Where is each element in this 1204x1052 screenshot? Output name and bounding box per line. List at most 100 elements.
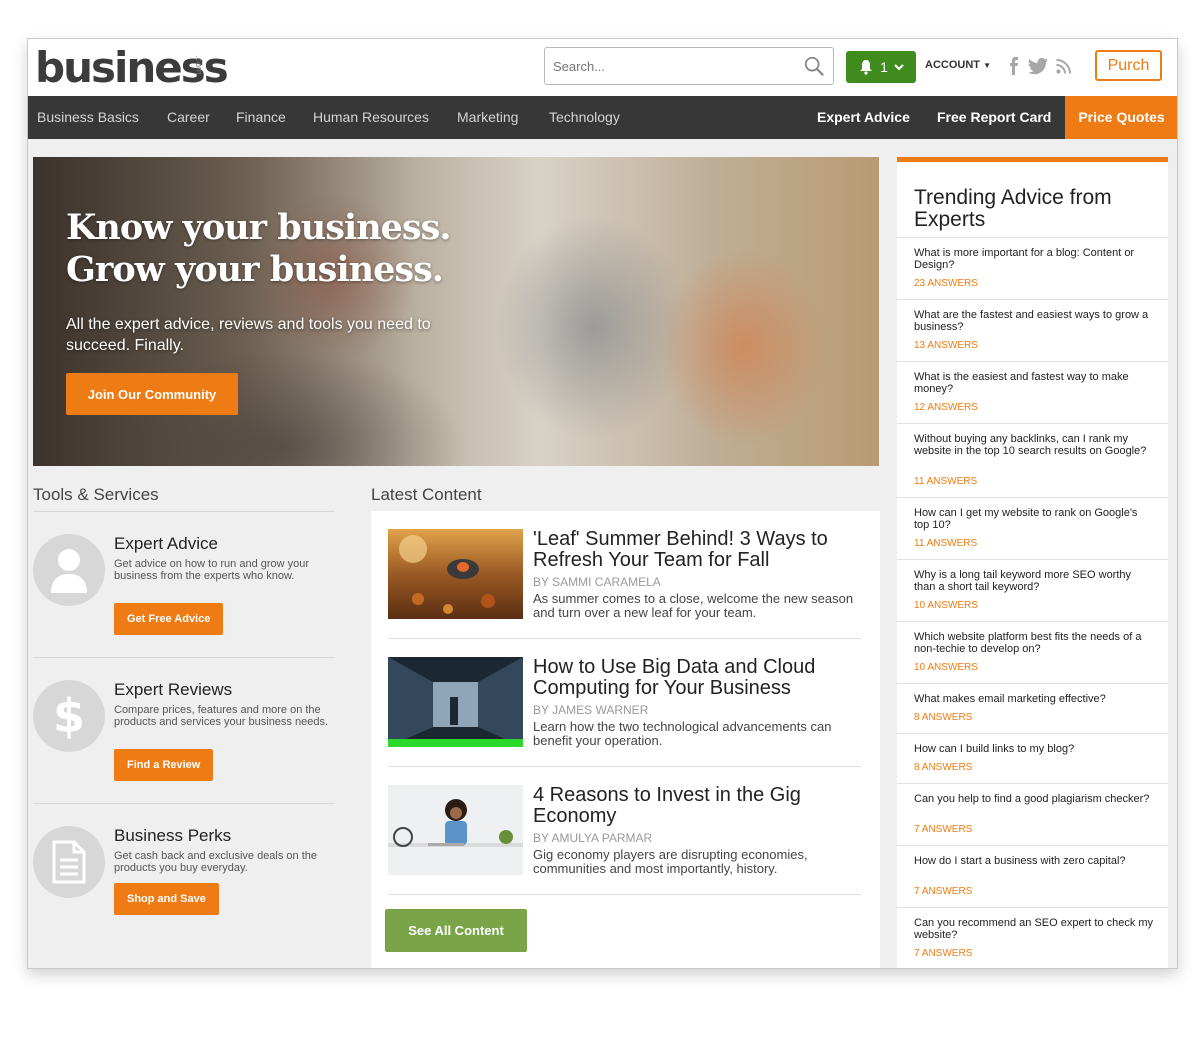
logo-suffix: .com	[194, 55, 204, 75]
question-text[interactable]: How can I get my website to rank on Goog…	[914, 507, 1154, 531]
tool-title: Business Perks	[114, 826, 232, 845]
answer-count[interactable]: 8 ANSWERS	[914, 712, 972, 723]
dollar-icon: $	[53, 690, 85, 742]
answer-count[interactable]: 12 ANSWERS	[914, 402, 978, 413]
person-icon	[51, 549, 87, 593]
article-summary: As summer comes to a close, welcome the …	[533, 591, 854, 620]
get-free-advice-button[interactable]: Get Free Advice	[114, 603, 224, 635]
article-summary: Gig economy players are disrupting econo…	[533, 847, 808, 876]
article-item[interactable]: 'Leaf' Summer Behind! 3 Ways to Refresh …	[388, 511, 861, 639]
answer-count[interactable]: 11 ANSWERS	[914, 476, 977, 487]
hero-subtitle: All the expert advice, reviews and tools…	[66, 316, 431, 354]
question-item[interactable]: What are the fastest and easiest ways to…	[897, 299, 1168, 361]
question-text[interactable]: What makes email marketing effective?	[914, 693, 1154, 705]
join-community-button[interactable]: Join Our Community	[66, 373, 238, 415]
question-item[interactable]: What is the easiest and fastest way to m…	[897, 361, 1168, 423]
question-item[interactable]: How can I build links to my blog? 8 ANSW…	[897, 733, 1168, 783]
article-item[interactable]: How to Use Big Data and Cloud Computing …	[388, 639, 861, 767]
bell-icon	[860, 60, 873, 75]
nav-item-finance[interactable]: Finance	[236, 96, 286, 139]
article-title[interactable]: How to Use Big Data and Cloud Computing …	[533, 657, 863, 699]
question-text[interactable]: Without buying any backlinks, can I rank…	[914, 433, 1154, 457]
tool-title: Expert Reviews	[114, 680, 233, 699]
main-nav: Business Basics Career Finance Human Res…	[28, 96, 1177, 139]
tool-description: Get advice on how to run and grow your b…	[114, 558, 310, 582]
trending-panel: Trending Advice from Experts What is mor…	[897, 157, 1168, 968]
nav-item-career[interactable]: Career	[167, 96, 210, 139]
search-icon[interactable]	[803, 55, 825, 77]
article-item[interactable]: 4 Reasons to Invest in the Gig Economy B…	[388, 767, 861, 895]
notification-count: 1	[880, 59, 888, 75]
svg-text:$: $	[53, 690, 85, 742]
question-text[interactable]: What is more important for a blog: Conte…	[914, 247, 1154, 271]
tools-heading: Tools & Services	[33, 485, 159, 504]
question-text[interactable]: What is the easiest and fastest way to m…	[914, 371, 1154, 395]
answer-count[interactable]: 11 ANSWERS	[914, 538, 977, 549]
find-review-button[interactable]: Find a Review	[114, 749, 214, 781]
question-text[interactable]: Can you help to find a good plagiarism c…	[914, 793, 1154, 805]
question-item[interactable]: Can you recommend an SEO expert to check…	[897, 907, 1168, 968]
browser-frame: business .com 1 ACCOUNT ▼ Purch Business…	[27, 38, 1178, 969]
twitter-icon[interactable]	[1028, 57, 1048, 75]
rss-icon[interactable]	[1056, 58, 1071, 74]
question-item[interactable]: What makes email marketing effective? 8 …	[897, 683, 1168, 733]
hero-banner: Know your business. Grow your business. …	[33, 157, 879, 466]
article-summary: Learn how the two technological advancem…	[533, 719, 832, 748]
divider	[388, 894, 861, 895]
article-thumbnail[interactable]	[388, 785, 523, 875]
tool-business-perks: Business Perks Get cash back and exclusi…	[33, 804, 335, 950]
question-text[interactable]: How can I build links to my blog?	[914, 743, 1154, 755]
question-item[interactable]: How can I get my website to rank on Goog…	[897, 497, 1168, 559]
search-box[interactable]	[544, 47, 834, 85]
question-text[interactable]: Why is a long tail keyword more SEO wort…	[914, 569, 1154, 593]
account-label: ACCOUNT	[925, 59, 980, 71]
nav-item-marketing[interactable]: Marketing	[457, 96, 518, 139]
see-all-content-button[interactable]: See All Content	[385, 909, 527, 952]
question-text[interactable]: Which website platform best fits the nee…	[914, 631, 1154, 655]
latest-heading: Latest Content	[371, 485, 482, 504]
question-item[interactable]: What is more important for a blog: Conte…	[897, 237, 1168, 299]
answer-count[interactable]: 10 ANSWERS	[914, 662, 978, 673]
purch-button[interactable]: Purch	[1095, 50, 1162, 81]
facebook-icon[interactable]	[1008, 57, 1020, 75]
question-item[interactable]: Without buying any backlinks, can I rank…	[897, 423, 1168, 497]
shop-and-save-button[interactable]: Shop and Save	[114, 883, 219, 915]
tool-icon-circle	[33, 534, 105, 606]
tool-description: Compare prices, features and more on the…	[114, 704, 329, 728]
nav-item-technology[interactable]: Technology	[549, 96, 620, 139]
notification-button[interactable]: 1	[846, 51, 916, 83]
article-title[interactable]: 'Leaf' Summer Behind! 3 Ways to Refresh …	[533, 529, 863, 571]
tool-expert-advice: Expert Advice Get advice on how to run a…	[33, 512, 335, 658]
question-item[interactable]: Can you help to find a good plagiarism c…	[897, 783, 1168, 845]
nav-expert-advice[interactable]: Expert Advice	[817, 96, 910, 139]
hero-title: Know your business. Grow your business.	[66, 207, 452, 291]
answer-count[interactable]: 23 ANSWERS	[914, 278, 978, 289]
question-text[interactable]: How do I start a business with zero capi…	[914, 855, 1154, 867]
tool-icon-circle: $	[33, 680, 105, 752]
answer-count[interactable]: 7 ANSWERS	[914, 948, 972, 959]
social-links	[1008, 57, 1071, 75]
answer-count[interactable]: 7 ANSWERS	[914, 886, 972, 897]
site-header: business .com 1 ACCOUNT ▼ Purch	[28, 39, 1177, 96]
answer-count[interactable]: 8 ANSWERS	[914, 762, 972, 773]
answer-count[interactable]: 13 ANSWERS	[914, 340, 978, 351]
nav-item-human-resources[interactable]: Human Resources	[313, 96, 429, 139]
nav-price-quotes[interactable]: Price Quotes	[1065, 96, 1177, 139]
question-item[interactable]: How do I start a business with zero capi…	[897, 845, 1168, 907]
question-item[interactable]: Which website platform best fits the nee…	[897, 621, 1168, 683]
article-thumbnail[interactable]	[388, 529, 523, 619]
question-text[interactable]: Can you recommend an SEO expert to check…	[914, 917, 1154, 941]
article-author: BY JAMES WARNER	[533, 703, 649, 717]
nav-item-business-basics[interactable]: Business Basics	[37, 96, 139, 139]
answer-count[interactable]: 10 ANSWERS	[914, 600, 978, 611]
nav-free-report-card[interactable]: Free Report Card	[937, 96, 1051, 139]
tool-description: Get cash back and exclusive deals on the…	[114, 850, 318, 874]
article-thumbnail[interactable]	[388, 657, 523, 747]
search-input[interactable]	[545, 48, 785, 84]
answer-count[interactable]: 7 ANSWERS	[914, 824, 972, 835]
question-item[interactable]: Why is a long tail keyword more SEO wort…	[897, 559, 1168, 621]
account-menu[interactable]: ACCOUNT ▼	[925, 59, 991, 71]
latest-content-panel: 'Leaf' Summer Behind! 3 Ways to Refresh …	[371, 511, 880, 968]
article-title[interactable]: 4 Reasons to Invest in the Gig Economy	[533, 785, 863, 827]
question-text[interactable]: What are the fastest and easiest ways to…	[914, 309, 1154, 333]
